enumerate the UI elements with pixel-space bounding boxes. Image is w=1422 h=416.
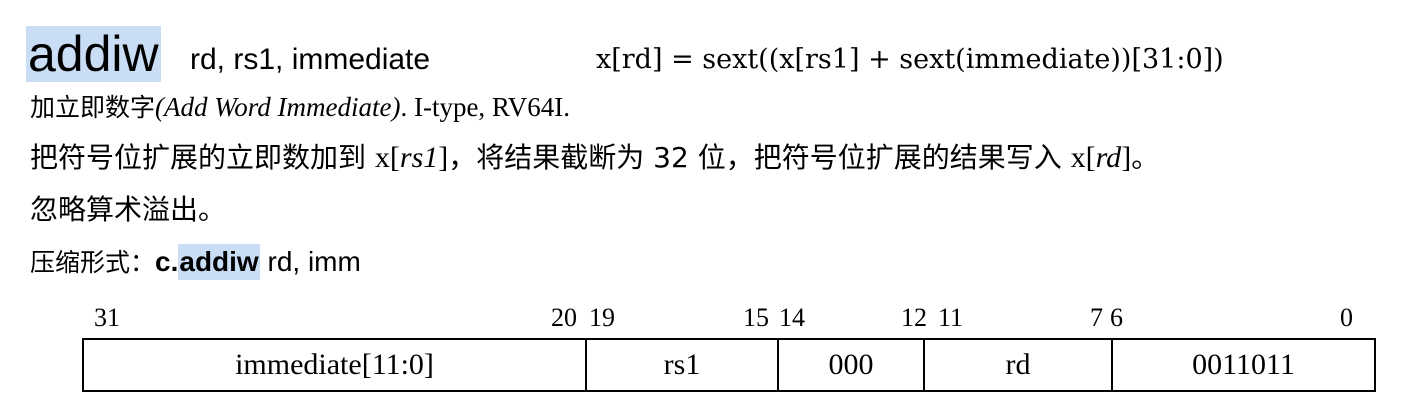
desc-part-3: 位，把符号位扩展的结果写入 [688,141,1071,174]
desc-x-open-2: x[ [1070,141,1096,174]
desc-part-4: 。 [1131,141,1160,174]
instruction-semantics: x[rd] = sext((x[rs1] + sext(immediate))[… [596,44,1224,75]
instruction-cn-name: 加立即数字 [30,93,156,122]
instruction-name-line: 加立即数字(Add Word Immediate). I-type, RV64I… [30,88,570,127]
bit-label-0: 0 [1340,303,1353,332]
desc-rs1: rs1 [399,141,439,174]
instruction-en-name: (Add Word Immediate) [155,92,401,122]
desc-part-2: ，将结果截断为 [448,141,654,174]
instruction-mnemonic: addiw [26,26,161,82]
field-immediate: immediate[11:0] [84,340,587,390]
description-line-1: 把符号位扩展的立即数加到 x[rs1]，将结果截断为 32 位，把符号位扩展的结… [30,138,1159,178]
compressed-label: 压缩形式： [30,248,156,277]
instruction-operands: rd, rs1, immediate [190,43,431,76]
bit-label-15: 15 [743,303,769,332]
instruction-type-info: I-type, RV64I. [407,92,571,122]
desc-x-open-1: x[ [374,141,400,174]
compressed-operands: rd, imm [259,246,361,277]
bit-label-11: 11 [938,303,964,332]
bit-label-20: 20 [551,303,577,332]
bit-label-6: 6 [1110,303,1123,332]
desc-x-close-1: ] [438,141,449,174]
compressed-form: 压缩形式：c.addiw rd, imm [30,244,361,281]
bit-label-14: 14 [779,303,805,332]
compressed-prefix: c. [155,246,179,277]
bit-label-19: 19 [589,303,615,332]
bit-label-31: 31 [94,303,120,332]
field-opcode: 0011011 [1192,348,1295,381]
desc-x-close-2: ] [1121,141,1132,174]
desc-part-1: 把符号位扩展的立即数加到 [30,141,375,174]
encoding-table: immediate[11:0] rs1 000 rd 0011011 [82,338,1376,392]
description-line-2: 忽略算术溢出。 [30,193,227,226]
compressed-mnemonic: addiw [178,244,260,280]
field-rd: rd [925,340,1113,390]
field-funct3: 000 [779,340,925,390]
desc-num-32: 32 [653,141,689,174]
bit-label-7: 7 [1090,303,1103,332]
desc-rd: rd [1095,141,1122,174]
bit-label-12: 12 [901,303,927,332]
field-rs1: rs1 [587,340,779,390]
